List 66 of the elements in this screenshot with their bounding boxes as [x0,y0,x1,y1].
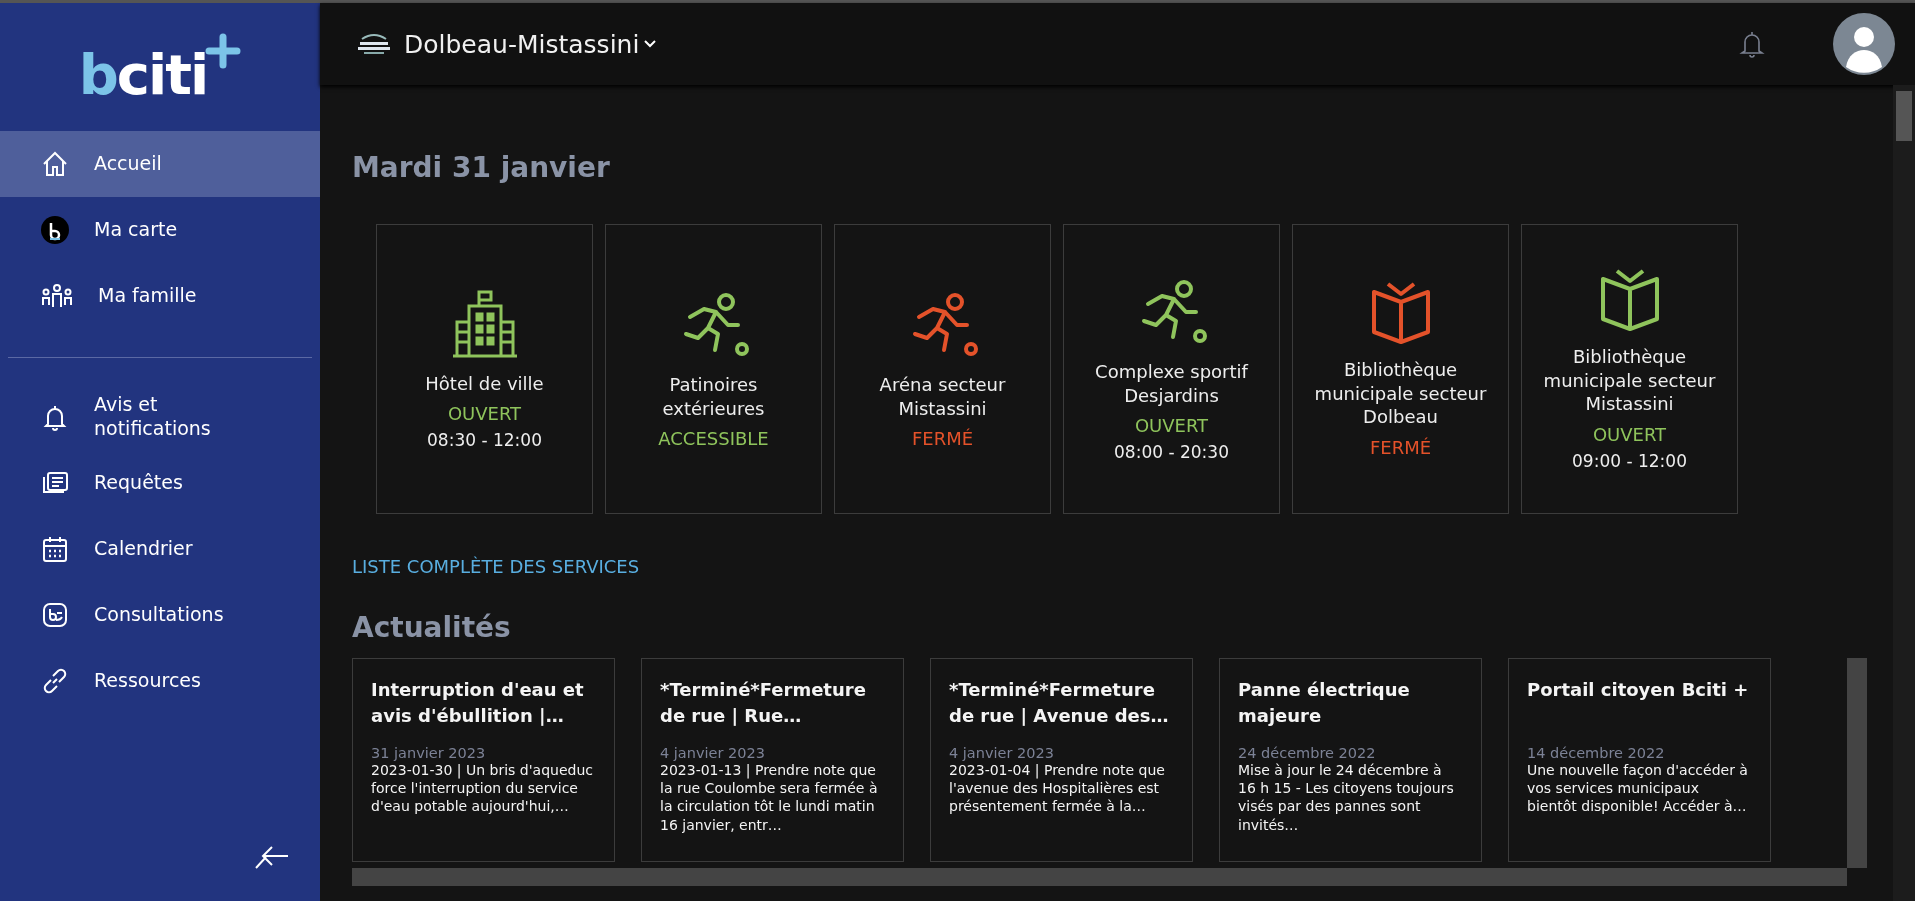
service-card[interactable]: Aréna secteur Mistassini FERMÉ [834,224,1051,514]
news-excerpt: Une nouvelle façon d'accéder à vos services municipaux bientôt disponible! Accéder à… [1527,761,1749,816]
news-card[interactable]: *Terminé*Fermeture de rue | Rue… 4 janvier 2023 2023-01-13 | Prendre note que la rue Coulombe sera fermée à la circulation tôt le lundi matin 16 janvier, entr… [641,658,904,862]
city-dropdown[interactable]: Dolbeau-Mistassini [404,29,657,59]
bell-icon[interactable] [1739,29,1765,59]
news-excerpt: Mise à jour le 24 décembre à 16 h 15 - Les citoyens toujours visés par des pannes sont invités… [1238,761,1455,834]
plus-icon [205,33,242,69]
bciti-logo: bciti [78,47,208,103]
nav-item[interactable]: Ma carte [0,197,320,263]
nav-item[interactable]: Ressources [0,648,320,714]
service-name: Patinoires extérieures [661,373,766,420]
section-heading: Actualités [352,611,512,644]
news-date: 14 décembre 2022 [1527,745,1666,761]
nav-item[interactable]: Accueil [0,131,320,197]
news-date: 31 janvier 2023 [371,745,487,761]
news-date: 4 janvier 2023 [660,745,766,761]
scrollbar[interactable] [352,868,1847,886]
service-card[interactable]: Complexe sportif Desjardins OUVERT 08:00 - 20:30 [1063,224,1280,514]
nav-item[interactable]: Requêtes [0,450,320,516]
calendar-icon [40,534,70,564]
service-hours: 08:00 - 20:30 [1114,441,1229,462]
service-hours: 08:30 - 12:00 [427,430,542,451]
card-icon [40,215,70,245]
news-card[interactable]: Portail citoyen Bciti + 14 décembre 2022 Une nouvelle façon d'accéder à vos services municipaux bientôt disponible! Accéder à… [1508,658,1771,862]
service-card[interactable]: Bibliothèque municipale secteur Dolbeau FERMÉ [1292,224,1509,514]
scrollbar[interactable] [1893,85,1915,901]
news-title: Panne électrique majeure [1238,678,1411,729]
service-name: Bibliothèque municipale secteur Dolbeau [1313,358,1488,429]
news-excerpt: 2023-01-30 | Un bris d'aqueduc force l'interruption du service d'eau potable aujourd'hui,… [371,761,594,816]
service-status: OUVERT [1592,423,1667,445]
nav-item[interactable]: Avis et notifications [0,384,320,450]
service-card[interactable]: Hôtel de ville OUVERT 08:30 - 12:00 [376,224,593,514]
nav-item[interactable]: Ma famille [0,263,320,329]
nav-item[interactable]: Calendrier [0,516,320,582]
service-status: OUVERT [1134,414,1209,436]
service-card[interactable]: Patinoires extérieures ACCESSIBLE [605,224,822,514]
avatar-icon[interactable] [1833,13,1895,75]
service-status: FERMÉ [1369,436,1432,458]
news-card[interactable]: Interruption d'eau et avis d'ébullition |… 31 janvier 2023 2023-01-30 | Un bris d'aqueduc force l'interruption du service d'eau potable aujourd'hui,… [352,658,615,862]
service-status: FERMÉ [911,427,974,449]
news-card[interactable]: Panne électrique majeure 24 décembre 2022 Mise à jour le 24 décembre à 16 h 15 - Les citoyens toujours visés par des pannes sont invités… [1219,658,1482,862]
service-card[interactable]: Bibliothèque municipale secteur Mistassini OUVERT 09:00 - 12:00 [1521,224,1738,514]
news-excerpt: 2023-01-13 | Prendre note que la rue Coulombe sera fermée à la circulation tôt le lundi matin 16 janvier, entr… [660,761,879,834]
service-name: Hôtel de ville [425,371,544,396]
service-hours: 09:00 - 12:00 [1572,450,1687,471]
face-icon [40,600,70,630]
arrow-left-icon[interactable] [254,843,290,869]
service-name: Aréna secteur Mistassini [878,373,1007,420]
date-heading: Mardi 31 janvier [352,151,611,184]
chevron-down-icon [644,40,657,48]
scrollbar[interactable] [1847,658,1867,868]
news-excerpt: 2023-01-04 | Prendre note que l'avenue des Hospitalières est présentement fermée à la… [949,761,1166,816]
news-date: 24 décembre 2022 [1238,745,1377,761]
news-card[interactable]: *Terminé*Fermeture de rue | Avenue des… 4 janvier 2023 2023-01-04 | Prendre note que l'avenue des Hospitalières est présentement fermée à la… [930,658,1193,862]
news-title: Portail citoyen Bciti + [1527,678,1750,702]
news-title: *Terminé*Fermeture de rue | Rue… [660,678,867,729]
news-title: *Terminé*Fermeture de rue | Avenue des… [949,678,1170,729]
news-date: 4 janvier 2023 [949,745,1055,761]
service-status: OUVERT [447,403,522,425]
nav-item[interactable]: Consultations [0,582,320,648]
news-title: Interruption d'eau et avis d'ébullition |… [371,678,585,729]
services-link[interactable]: LISTE COMPLÈTE DES SERVICES [352,556,640,577]
service-name: Bibliothèque municipale secteur Mistassini [1542,345,1717,416]
service-name: Complexe sportif Desjardins [1094,360,1250,407]
service-status: ACCESSIBLE [658,427,769,449]
city-logo-icon [356,31,392,57]
